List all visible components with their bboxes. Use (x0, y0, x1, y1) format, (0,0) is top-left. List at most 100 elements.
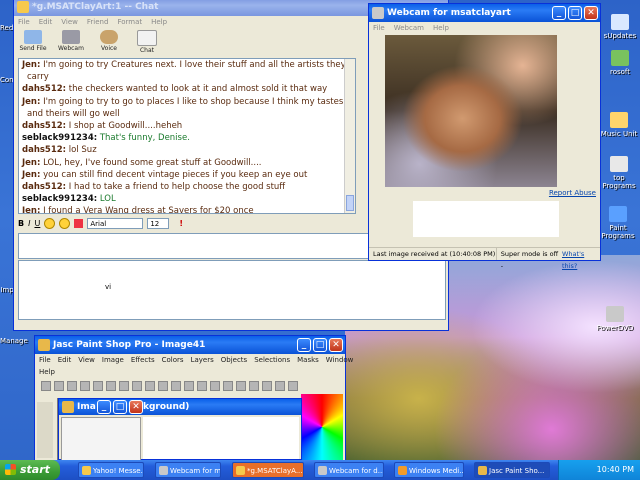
chat-button[interactable]: Chat (132, 28, 162, 56)
taskbar-item[interactable]: *g.MSATClayA... (232, 462, 304, 478)
psp-tool-button[interactable] (67, 380, 77, 391)
desktop-icon[interactable]: Paint Programs (598, 206, 638, 240)
whats-this-link[interactable]: What's this? (560, 248, 600, 270)
menu-format[interactable]: Format (117, 16, 142, 28)
menu-edit[interactable]: Edit (58, 354, 72, 366)
menu-file[interactable]: File (39, 354, 51, 366)
menu-selections[interactable]: Selections (254, 354, 290, 366)
menu-view[interactable]: View (78, 354, 95, 366)
maximize-button[interactable]: □ (113, 400, 127, 414)
bold-button[interactable]: B (18, 219, 24, 228)
psp-tool-button[interactable] (145, 380, 155, 391)
chat-username: dahs512: (22, 145, 67, 156)
menu-view[interactable]: View (61, 16, 78, 28)
psp-tool-button[interactable] (275, 380, 285, 391)
psp-tool-button[interactable] (158, 380, 168, 391)
maximize-button[interactable]: □ (568, 6, 582, 20)
menu-file[interactable]: File (373, 22, 385, 34)
desktop-icon[interactable]: PowerDVD (592, 306, 638, 332)
smiley-icon[interactable] (59, 217, 71, 229)
menu-masks[interactable]: Masks (297, 354, 319, 366)
scrollbar-thumb[interactable] (346, 195, 354, 211)
underline-button[interactable]: U (34, 219, 40, 228)
taskbar-item[interactable]: Jasc Paint Sho... (474, 462, 550, 478)
minimize-button[interactable]: _ (97, 400, 111, 414)
menu-edit[interactable]: Edit (39, 16, 53, 28)
psp-tool-button[interactable] (223, 380, 233, 391)
italic-button[interactable]: I (28, 219, 30, 228)
psp-tool-button[interactable] (288, 380, 298, 391)
voice-button[interactable]: Voice (94, 28, 124, 56)
emoticon-icon[interactable] (44, 217, 56, 229)
desktop-icon[interactable]: Imp (0, 286, 14, 294)
desktop-icon[interactable]: Manage (0, 337, 28, 345)
menu-friend[interactable]: Friend (87, 16, 109, 28)
minimize-button[interactable]: _ (297, 338, 311, 352)
psp-tool-button[interactable] (236, 380, 246, 391)
webcam-image (385, 35, 557, 187)
menu-help[interactable]: Help (39, 366, 55, 378)
color-icon[interactable] (74, 218, 84, 228)
webcam-menubar: File Webcam Help (369, 22, 600, 34)
menu-colors[interactable]: Colors (162, 354, 184, 366)
maximize-button[interactable]: □ (313, 338, 327, 352)
webcam-titlebar[interactable]: Webcam for msatclayart _ □ ✕ (369, 4, 600, 22)
report-abuse-link[interactable]: Report Abuse (549, 189, 596, 197)
compose-area[interactable]: vi (18, 260, 446, 320)
minimize-button[interactable]: _ (552, 6, 566, 20)
desktop-icon[interactable]: rosoft (602, 50, 638, 76)
psp-tool-button[interactable] (210, 380, 220, 391)
psp-tool-button[interactable] (106, 380, 116, 391)
webcam-button[interactable]: Webcam (56, 28, 86, 56)
psp-tool-button[interactable] (249, 380, 259, 391)
psp-titlebar[interactable]: Jasc Paint Shop Pro - Image41 _ □ ✕ (35, 336, 345, 354)
close-button[interactable]: ✕ (129, 400, 143, 414)
menu-layers[interactable]: Layers (191, 354, 214, 366)
send-file-button[interactable]: Send File (18, 28, 48, 56)
image-titlebar[interactable]: Ima kground) _ □ ✕ (59, 399, 301, 415)
image-icon (62, 401, 74, 413)
desktop-icon[interactable]: sUpdates (602, 14, 638, 40)
psp-tool-button[interactable] (184, 380, 194, 391)
chat-message: Jen: LOL, hey, I've found some great stu… (19, 157, 355, 169)
music-icon (610, 112, 628, 128)
menu-webcam[interactable]: Webcam (394, 22, 424, 34)
font-select[interactable]: Arial (87, 217, 144, 229)
taskbar-item[interactable]: Windows Medi... (394, 462, 464, 478)
menu-help[interactable]: Help (151, 16, 167, 28)
menu-file[interactable]: File (18, 16, 30, 28)
psp-tool-button[interactable] (41, 380, 51, 391)
psp-tool-button[interactable] (119, 380, 129, 391)
size-select[interactable]: 12 (147, 217, 170, 229)
chat-username: Jen: (22, 60, 41, 70)
taskbar-item[interactable]: Webcam for m... (155, 462, 221, 478)
start-button[interactable]: start (0, 460, 60, 480)
taskbar-item[interactable]: Yahoo! Messe... (78, 462, 144, 478)
psp-tool-button[interactable] (93, 380, 103, 391)
format-toolbar: B I U Arial 12 ! (18, 216, 358, 230)
menu-objects[interactable]: Objects (221, 354, 247, 366)
alert-icon[interactable]: ! (179, 219, 183, 228)
desktop-icon[interactable]: Com (0, 76, 16, 84)
psp-tool-button[interactable] (171, 380, 181, 391)
chat-scrollbar[interactable] (344, 59, 355, 213)
menu-window[interactable]: Window (326, 354, 354, 366)
color-palette[interactable] (301, 394, 343, 460)
desktop-icon[interactable]: top Programs (600, 156, 638, 190)
psp-tool-button[interactable] (197, 380, 207, 391)
desktop-icon[interactable]: Music Unit (600, 112, 638, 138)
chat-text: I shop at Goodwill....heheh (68, 121, 183, 132)
psp-tool-button[interactable] (132, 380, 142, 391)
taskbar-item[interactable]: Webcam for d... (314, 462, 384, 478)
desktop-icon[interactable]: Red (0, 24, 13, 32)
psp-tool-button[interactable] (54, 380, 64, 391)
image-canvas[interactable] (143, 417, 299, 459)
chat-message: dahs512: lol Suz (19, 144, 355, 156)
menu-help[interactable]: Help (433, 22, 449, 34)
close-button[interactable]: ✕ (584, 6, 598, 20)
menu-image[interactable]: Image (102, 354, 124, 366)
menu-effects[interactable]: Effects (131, 354, 155, 366)
close-button[interactable]: ✕ (329, 338, 343, 352)
psp-tool-button[interactable] (262, 380, 272, 391)
psp-tool-button[interactable] (80, 380, 90, 391)
